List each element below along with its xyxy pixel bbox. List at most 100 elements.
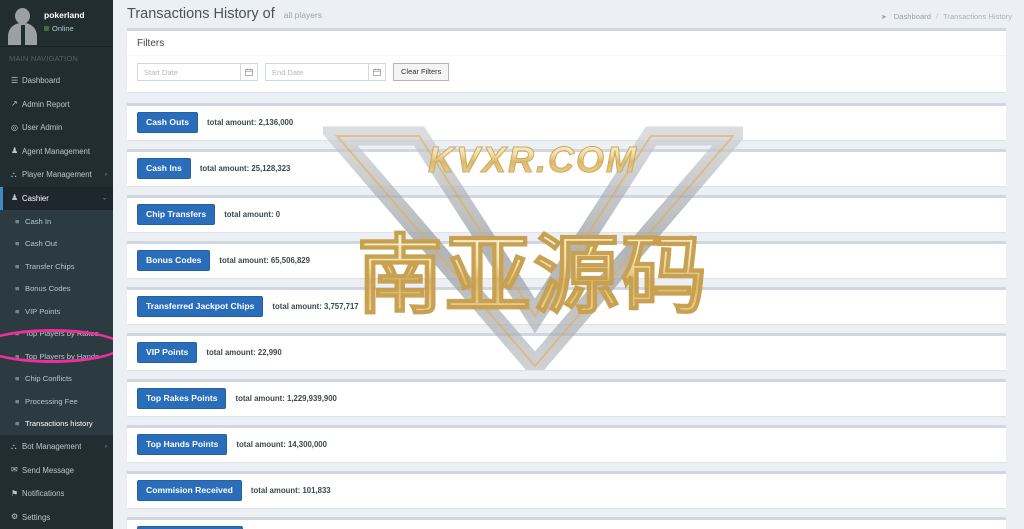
transaction-total-amount: total amount: 65,506,829	[219, 256, 310, 265]
sidebar-item-admin-report[interactable]: ↗Admin Report	[0, 93, 113, 117]
transaction-row: Commision Received total amount: 101,833	[127, 471, 1006, 508]
sidebar-item-top-players-by-rakes[interactable]: ≡Top Players by Rakes	[0, 323, 113, 346]
sidebar: pokerland Online MAIN NAVIGATION ☰Dashbo…	[0, 0, 113, 529]
list-icon: ≡	[15, 308, 25, 316]
sidebar-item-send-message[interactable]: ✉Send Message	[0, 459, 113, 483]
transaction-row: Transferred Jackpot Chips total amount: 3…	[127, 287, 1006, 324]
sidebar-item-cash-out[interactable]: ≡Cash Out	[0, 233, 113, 256]
page-title-subtitle: all players	[284, 10, 322, 20]
user-name: pokerland	[44, 10, 85, 21]
cashier-icon: ♟	[11, 194, 22, 202]
sidebar-item-settings[interactable]: ⚙Settings	[0, 506, 113, 529]
chevron-right-icon: ›	[105, 172, 107, 178]
online-dot-icon	[44, 26, 49, 31]
page-title-text: Transactions History of	[127, 6, 275, 22]
transaction-total-amount: total amount: 101,833	[251, 486, 331, 495]
avatar-tie	[21, 25, 25, 45]
sidebar-item-label: Top Players by Hands	[25, 352, 99, 361]
transaction-row: Cash Instotal amount: 25,128,323	[127, 149, 1006, 186]
sidebar-item-label: Cash In	[25, 217, 51, 226]
report-chart-icon: ↗	[11, 100, 22, 108]
filter-row: Clear Filters	[137, 63, 996, 81]
chevron-right-icon: ›	[105, 444, 107, 450]
end-date-input[interactable]	[265, 63, 368, 81]
user-status: Online	[44, 23, 85, 34]
sidebar-item-processing-fee[interactable]: ≡Processing Fee	[0, 390, 113, 413]
sidebar-item-dashboard[interactable]: ☰Dashboard	[0, 69, 113, 93]
sidebar-item-bot-management[interactable]: ⛬Bot Management›	[0, 435, 113, 459]
bot-icon: ⛬	[11, 443, 22, 451]
list-icon: ≡	[15, 285, 25, 293]
sidebar-item-vip-points[interactable]: ≡VIP Points	[0, 300, 113, 323]
transaction-row: Rake Backs Receivedtotal amount: 78,303	[127, 517, 1006, 529]
transaction-row: Top Rakes Points total amount: 1,229,939,…	[127, 379, 1006, 416]
main-content: Transactions History of all players ➤ Da…	[113, 0, 1024, 529]
transaction-type-button[interactable]: Cash Outs	[137, 112, 198, 133]
dashboard-home-icon: ➤	[881, 13, 887, 21]
transaction-total-amount: total amount: 2,136,000	[207, 118, 293, 127]
transaction-type-button[interactable]: Transferred Jackpot Chips	[137, 296, 263, 317]
sidebar-nav-list: ☰Dashboard↗Admin Report◎User Admin♟Agent…	[0, 69, 113, 210]
transaction-total-amount: total amount: 1,229,939,900	[235, 394, 336, 403]
list-icon: ≡	[15, 218, 25, 226]
transaction-type-button[interactable]: Commision Received	[137, 480, 242, 501]
list-icon: ≡	[15, 353, 25, 361]
transaction-row: VIP Pointstotal amount: 22,990	[127, 333, 1006, 370]
sidebar-nav-list-secondary: ⛬Bot Management›✉Send Message⚑Notificati…	[0, 435, 113, 529]
sidebar-item-label: Dashboard	[22, 76, 60, 85]
transaction-type-button[interactable]: VIP Points	[137, 342, 197, 363]
transactions-list: Cash Outs total amount: 2,136,000 Cash Ins…	[127, 103, 1006, 529]
sidebar-item-label: Admin Report	[22, 100, 70, 109]
sidebar-item-label: Cash Out	[25, 239, 57, 248]
calendar-icon[interactable]	[368, 63, 386, 81]
content-body: Filters	[113, 28, 1024, 529]
clear-filters-button[interactable]: Clear Filters	[393, 63, 449, 81]
filters-box-title: Filters	[127, 31, 1006, 55]
sidebar-item-chip-conflicts[interactable]: ≡Chip Conflicts	[0, 368, 113, 391]
sidebar-item-label: Send Message	[22, 466, 74, 475]
sidebar-item-agent-management[interactable]: ♟Agent Management	[0, 140, 113, 164]
sidebar-item-label: Player Management	[22, 170, 92, 179]
nav-section-header: MAIN NAVIGATION	[0, 47, 113, 69]
sidebar-item-player-management[interactable]: ⛬Player Management ›	[0, 163, 113, 187]
sidebar-item-cash-in[interactable]: ≡Cash In	[0, 210, 113, 233]
sidebar-item-user-admin[interactable]: ◎User Admin	[0, 116, 113, 140]
sidebar-item-bonus-codes[interactable]: ≡Bonus Codes	[0, 278, 113, 301]
avatar-head	[15, 8, 30, 24]
dashboard-icon: ☰	[11, 77, 22, 85]
sidebar-item-transactions-history[interactable]: ≡Transactions history	[0, 413, 113, 436]
sidebar-item-cashier[interactable]: ♟Cashier⌄	[0, 187, 113, 211]
gear-icon: ⚙	[11, 513, 22, 521]
transaction-total-amount: total amount: 0	[224, 210, 280, 219]
transaction-total-amount: total amount: 3,757,717	[272, 302, 358, 311]
user-circle-icon: ◎	[11, 124, 22, 132]
sidebar-item-notifications[interactable]: ⚑Notifications	[0, 482, 113, 506]
list-icon: ≡	[15, 240, 25, 248]
sidebar-item-top-players-by-hands[interactable]: ≡Top Players by Hands	[0, 345, 113, 368]
transaction-row: Cash Outs total amount: 2,136,000	[127, 103, 1006, 140]
breadcrumb-separator: /	[936, 12, 938, 21]
bell-icon: ⚑	[11, 490, 22, 498]
sidebar-item-label: Processing Fee	[25, 397, 78, 406]
sidebar-item-transfer-chips[interactable]: ≡Transfer Chips	[0, 255, 113, 278]
app-root: pokerland Online MAIN NAVIGATION ☰Dashbo…	[0, 0, 1024, 529]
breadcrumb-current: Transactions History	[943, 12, 1012, 21]
users-icon: ⛬	[11, 171, 22, 179]
list-icon: ≡	[15, 263, 25, 271]
transaction-type-button[interactable]: Cash Ins	[137, 158, 191, 179]
page-title: Transactions History of all players	[127, 6, 322, 24]
end-date-group	[265, 63, 386, 81]
transaction-total-amount: total amount: 14,300,000	[236, 440, 327, 449]
list-icon: ≡	[15, 375, 25, 383]
calendar-icon[interactable]	[240, 63, 258, 81]
sidebar-item-label: Bonus Codes	[25, 284, 71, 293]
breadcrumb-dashboard-link[interactable]: Dashboard	[894, 12, 931, 21]
transaction-type-button[interactable]: Chip Transfers	[137, 204, 215, 225]
transaction-type-button[interactable]: Bonus Codes	[137, 250, 210, 271]
user-info: pokerland Online	[44, 7, 85, 34]
breadcrumb: ➤ Dashboard / Transactions History	[881, 6, 1012, 21]
transaction-type-button[interactable]: Top Rakes Points	[137, 388, 226, 409]
sidebar-submenu-cashier: ≡Cash In≡Cash Out≡Transfer Chips≡Bonus C…	[0, 210, 113, 435]
transaction-type-button[interactable]: Top Hands Points	[137, 434, 227, 455]
start-date-input[interactable]	[137, 63, 240, 81]
